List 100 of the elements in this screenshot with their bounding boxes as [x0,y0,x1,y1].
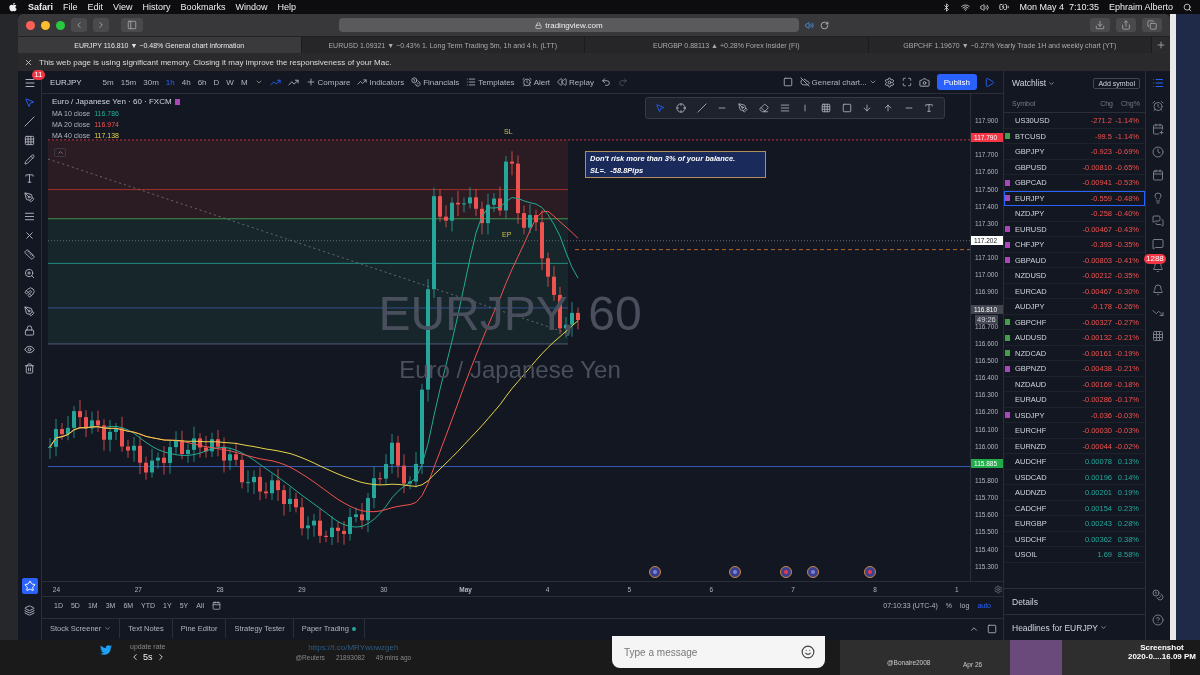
interval-button[interactable]: 30m [143,77,159,87]
tabs-button[interactable] [1142,18,1162,32]
text-icon[interactable] [24,173,35,184]
settings-icon[interactable] [883,76,895,88]
watchlist-title[interactable]: Watchlist [1012,78,1056,88]
event-marker-icon[interactable] [649,566,661,578]
magnet-icon[interactable] [24,287,35,298]
lightbulb-icon[interactable] [1152,192,1164,204]
menu-item[interactable]: Window [235,2,268,12]
interval-button[interactable]: 1h [165,77,175,87]
volume-icon[interactable] [980,2,990,12]
calendar-icon[interactable] [1152,123,1164,135]
menu-icon[interactable] [23,77,36,89]
cursor-icon[interactable] [24,97,35,108]
interval-button[interactable]: 6h [197,77,207,87]
battery-icon[interactable] [999,2,1010,12]
minimize-button[interactable] [41,20,50,30]
layers-icon[interactable] [24,605,35,616]
star-icon[interactable] [21,578,38,594]
message-field[interactable]: Type a message [612,636,825,668]
share-button[interactable] [1116,18,1136,32]
trend-icon[interactable] [1152,307,1164,319]
pen-icon[interactable] [24,306,35,317]
calendar-icon[interactable] [1152,169,1164,181]
trend-line-icon[interactable] [24,116,35,127]
help-icon[interactable] [1152,614,1164,626]
maximize-icon[interactable] [987,623,997,634]
eraser-icon[interactable] [758,103,769,113]
eye-icon[interactable] [24,344,35,355]
lines-icon[interactable] [24,211,35,222]
event-marker-icon[interactable] [780,566,792,578]
alarm-icon[interactable] [1152,100,1164,112]
symbol-button[interactable]: EURJPY [50,77,82,87]
zoom-button[interactable] [56,20,65,30]
pencil-icon[interactable] [24,154,35,165]
interval-button[interactable]: 15m [120,77,137,87]
address-field[interactable]: tradingview.com [339,18,799,32]
ruler-icon[interactable] [24,249,35,260]
download-button[interactable] [1090,18,1110,32]
interval-button[interactable]: M [240,77,248,87]
square-icon[interactable] [782,77,793,87]
toolbar-button[interactable]: Alert [521,77,551,87]
message-input[interactable]: Type a message [622,645,782,659]
menu-item[interactable]: View [113,2,133,12]
menu-item[interactable]: History [142,2,171,12]
menu-item[interactable]: Help [277,2,296,12]
interval-button[interactable]: 5m [102,77,114,87]
interval-button[interactable]: W [226,77,234,87]
details-section[interactable]: Details [1004,588,1145,614]
toolbar-button[interactable]: Compare [305,77,351,87]
list-icon[interactable] [1152,77,1164,89]
crosshair-icon[interactable] [676,103,687,113]
grid-icon[interactable] [1152,330,1164,342]
notification-icon[interactable] [1152,261,1164,273]
toolbar-button[interactable]: Templates [466,77,515,87]
toolbar-button[interactable]: Financials [411,77,460,87]
layout-button[interactable]: General chart... [799,77,877,87]
arrow-down-icon[interactable] [862,103,873,113]
wifi-icon[interactable] [961,2,971,12]
text-icon[interactable] [924,103,935,113]
reload-icon[interactable] [820,20,829,30]
publish-button[interactable]: Publish [936,74,977,90]
event-marker-icon[interactable] [864,566,876,578]
undo-icon[interactable] [601,77,611,87]
lock-icon[interactable] [24,325,35,336]
user-name[interactable]: Ephraim Alberto [1108,2,1173,12]
close-icon[interactable] [24,57,33,67]
zoom-icon[interactable] [24,268,35,279]
menu-item[interactable]: Edit [87,2,104,12]
clock-icon[interactable] [1152,146,1164,158]
trend-line-icon[interactable] [696,103,707,113]
audio-icon[interactable] [805,20,814,30]
grid-icon[interactable] [820,103,831,113]
app-menu[interactable]: Safari [28,2,53,12]
menu-clock[interactable]: Mon May 4 7:10:35 [1019,2,1099,12]
sidebar-button[interactable] [121,18,143,32]
message-icon[interactable] [1152,238,1164,250]
fullscreen-icon[interactable] [901,77,912,87]
bell-icon[interactable] [1152,284,1164,296]
trash-icon[interactable] [24,363,35,374]
chat-icon[interactable] [1152,215,1164,227]
close-icon[interactable] [24,230,35,241]
menu-item[interactable]: File [63,2,78,12]
grid-icon[interactable] [24,135,35,146]
toolbar-button[interactable]: Replay [557,77,594,87]
event-marker-icon[interactable] [729,566,741,578]
pen-icon[interactable] [24,192,35,203]
calendar-icon[interactable] [212,601,221,610]
smiley-icon[interactable] [801,645,815,659]
interval-button[interactable]: 4h [181,77,191,87]
toolbar-button[interactable]: Indicators [357,77,405,87]
apple-icon[interactable] [8,2,18,12]
coins-icon[interactable] [1152,589,1164,601]
event-marker-icon[interactable] [807,566,819,578]
arrow-up-icon[interactable] [883,103,894,113]
play-icon[interactable] [984,76,995,88]
settings-icon[interactable] [994,584,1003,594]
close-button[interactable] [26,20,35,30]
menu-item[interactable]: Bookmarks [180,2,226,12]
camera-icon[interactable] [918,76,930,88]
